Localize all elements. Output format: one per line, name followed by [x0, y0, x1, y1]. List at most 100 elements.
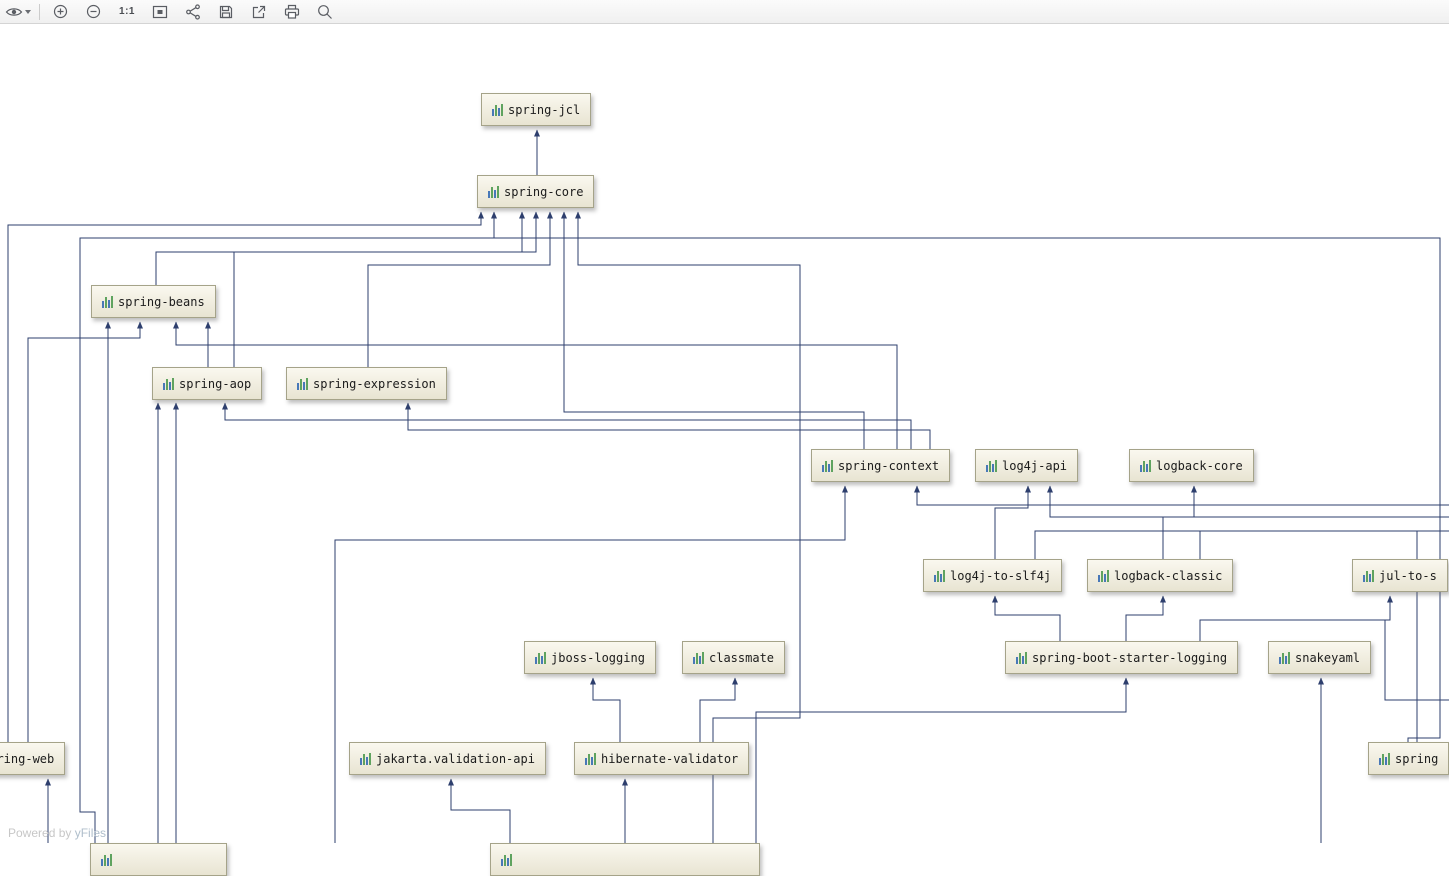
edge-spring-context-to-spring-aop	[222, 402, 912, 449]
node-label: spring-beans	[118, 294, 205, 309]
fit-content-icon	[152, 5, 168, 18]
node-jul-to-slf4j[interactable]: jul-to-s	[1352, 559, 1448, 592]
zoom-out-button[interactable]	[80, 2, 108, 21]
share-icon	[186, 3, 200, 20]
node-logback-classic[interactable]: logback-classic	[1087, 559, 1234, 592]
zoom-in-button[interactable]	[47, 2, 75, 21]
node-label: hibernate-validator	[601, 751, 739, 766]
edge-spring-context-to-spring-core	[561, 211, 865, 449]
library-bars-icon	[1098, 569, 1109, 582]
node-label: spring-aop	[179, 376, 252, 391]
node-label: logback-core	[1156, 458, 1243, 473]
print-button[interactable]	[278, 2, 306, 21]
node-spring-beans[interactable]: spring-beans	[91, 285, 216, 318]
library-bars-icon	[535, 651, 546, 664]
edge-hibernate-validator-to-classmate	[699, 677, 738, 742]
library-bars-icon	[693, 651, 704, 664]
node-label: snakeyaml	[1295, 650, 1361, 665]
node-jboss-logging[interactable]: jboss-logging	[524, 641, 656, 674]
node-label: logback-classic	[1114, 568, 1223, 583]
zoom-in-icon	[53, 4, 68, 18]
edge-spring-beans-to-spring-core	[155, 211, 525, 285]
node-log4j-to-slf4j[interactable]: log4j-to-slf4j	[923, 559, 1063, 592]
node-spring-context[interactable]: spring-context	[811, 449, 951, 482]
node-spring-boot-starter-logging[interactable]: spring-boot-starter-logging	[1005, 641, 1239, 674]
library-bars-icon	[488, 185, 499, 198]
node-label: spring-expression	[313, 376, 436, 391]
node-partial-bottom-left[interactable]	[90, 843, 227, 876]
node-label: spring	[1395, 751, 1439, 766]
edge-logback-classic-to-logback-core	[1162, 485, 1197, 559]
edge-spring-web-to-spring-core	[7, 211, 484, 742]
node-label: spring-context	[838, 458, 940, 473]
library-bars-icon	[822, 459, 833, 472]
library-bars-icon	[1363, 569, 1374, 582]
share-button[interactable]	[179, 2, 207, 21]
edge-offscreen-bottom-to-spring-boot-starter-logging	[755, 677, 1129, 843]
node-label: jakarta.validation-api	[376, 751, 535, 766]
fit-content-button[interactable]	[146, 2, 174, 21]
library-bars-icon	[297, 377, 308, 390]
node-partial-bottom-center[interactable]	[490, 843, 760, 876]
library-bars-icon	[1379, 752, 1390, 765]
node-spring-web[interactable]: spring-web	[0, 742, 66, 775]
edge-spring-boot-starter-logging-to-jul-to-slf4j	[1199, 595, 1393, 641]
edge-spring-boot-starter-logging-to-log4j-to-slf4j	[992, 595, 1061, 641]
node-spring-right[interactable]: spring	[1368, 742, 1449, 775]
view-options-button[interactable]	[4, 2, 32, 21]
dropdown-caret-icon	[25, 9, 31, 14]
diagram-stage[interactable]: spring-jcl spring-core spring-beans spring-…	[0, 0, 1449, 876]
node-spring-aop[interactable]: spring-aop	[152, 367, 263, 400]
library-bars-icon	[101, 853, 112, 866]
node-spring-jcl[interactable]: spring-jcl	[481, 93, 592, 126]
node-label: spring-core	[504, 184, 584, 199]
actual-size-button[interactable]: 1:1	[113, 2, 141, 21]
node-label: jul-to-s	[1379, 568, 1437, 583]
library-bars-icon	[1140, 459, 1151, 472]
actual-size-label: 1:1	[119, 6, 135, 17]
node-logback-core[interactable]: logback-core	[1129, 449, 1254, 482]
edge-log4j-to-slf4j-to-log4j-api	[994, 485, 1031, 559]
library-bars-icon	[1279, 651, 1290, 664]
library-bars-icon	[360, 752, 371, 765]
zoom-out-icon	[86, 4, 101, 18]
edge-spring-context-to-spring-expression	[405, 402, 931, 449]
edge-offscreen-right-to-spring-context	[914, 485, 1449, 506]
export-icon	[252, 5, 266, 18]
node-label: classmate	[709, 650, 775, 665]
yfiles-brand: yFiles	[74, 826, 107, 840]
library-bars-icon	[492, 103, 503, 116]
edge-spring-expression-to-spring-core	[367, 211, 553, 367]
view-options-icon	[5, 7, 23, 16]
powered-by-text: Powered by	[8, 826, 72, 840]
node-label: log4j-to-slf4j	[950, 568, 1052, 583]
save-button[interactable]	[212, 2, 240, 21]
library-bars-icon	[934, 569, 945, 582]
edge-layer	[7, 129, 1449, 843]
node-label: spring-boot-starter-logging	[1032, 650, 1228, 665]
node-label: jboss-logging	[551, 650, 645, 665]
edge-offscreen-bottom-to-jakarta-validation-api	[448, 778, 511, 843]
library-bars-icon	[163, 377, 174, 390]
node-jakarta-validation-api[interactable]: jakarta.validation-api	[349, 742, 546, 775]
node-hibernate-validator[interactable]: hibernate-validator	[574, 742, 750, 775]
edge-spring-web-to-spring-beans	[27, 321, 143, 742]
node-log4j-api[interactable]: log4j-api	[975, 449, 1079, 482]
node-classmate[interactable]: classmate	[682, 641, 786, 674]
find-button[interactable]	[311, 2, 339, 21]
print-icon	[284, 4, 300, 19]
edge-spring-boot-starter-logging-to-logback-classic	[1125, 595, 1166, 641]
node-label: spring-web	[0, 751, 55, 766]
library-bars-icon	[986, 459, 997, 472]
node-snakeyaml[interactable]: snakeyaml	[1268, 641, 1372, 674]
edge-spring-aop-to-spring-core	[233, 211, 539, 367]
find-icon	[318, 4, 332, 19]
edge-hibernate-validator-to-jboss-logging	[590, 677, 621, 742]
toolbar: 1:1	[0, 0, 1449, 24]
library-bars-icon	[501, 853, 512, 866]
node-spring-expression[interactable]: spring-expression	[286, 367, 447, 400]
export-button[interactable]	[245, 2, 273, 21]
node-spring-core[interactable]: spring-core	[477, 175, 595, 208]
save-icon	[219, 5, 233, 18]
library-bars-icon	[585, 752, 596, 765]
